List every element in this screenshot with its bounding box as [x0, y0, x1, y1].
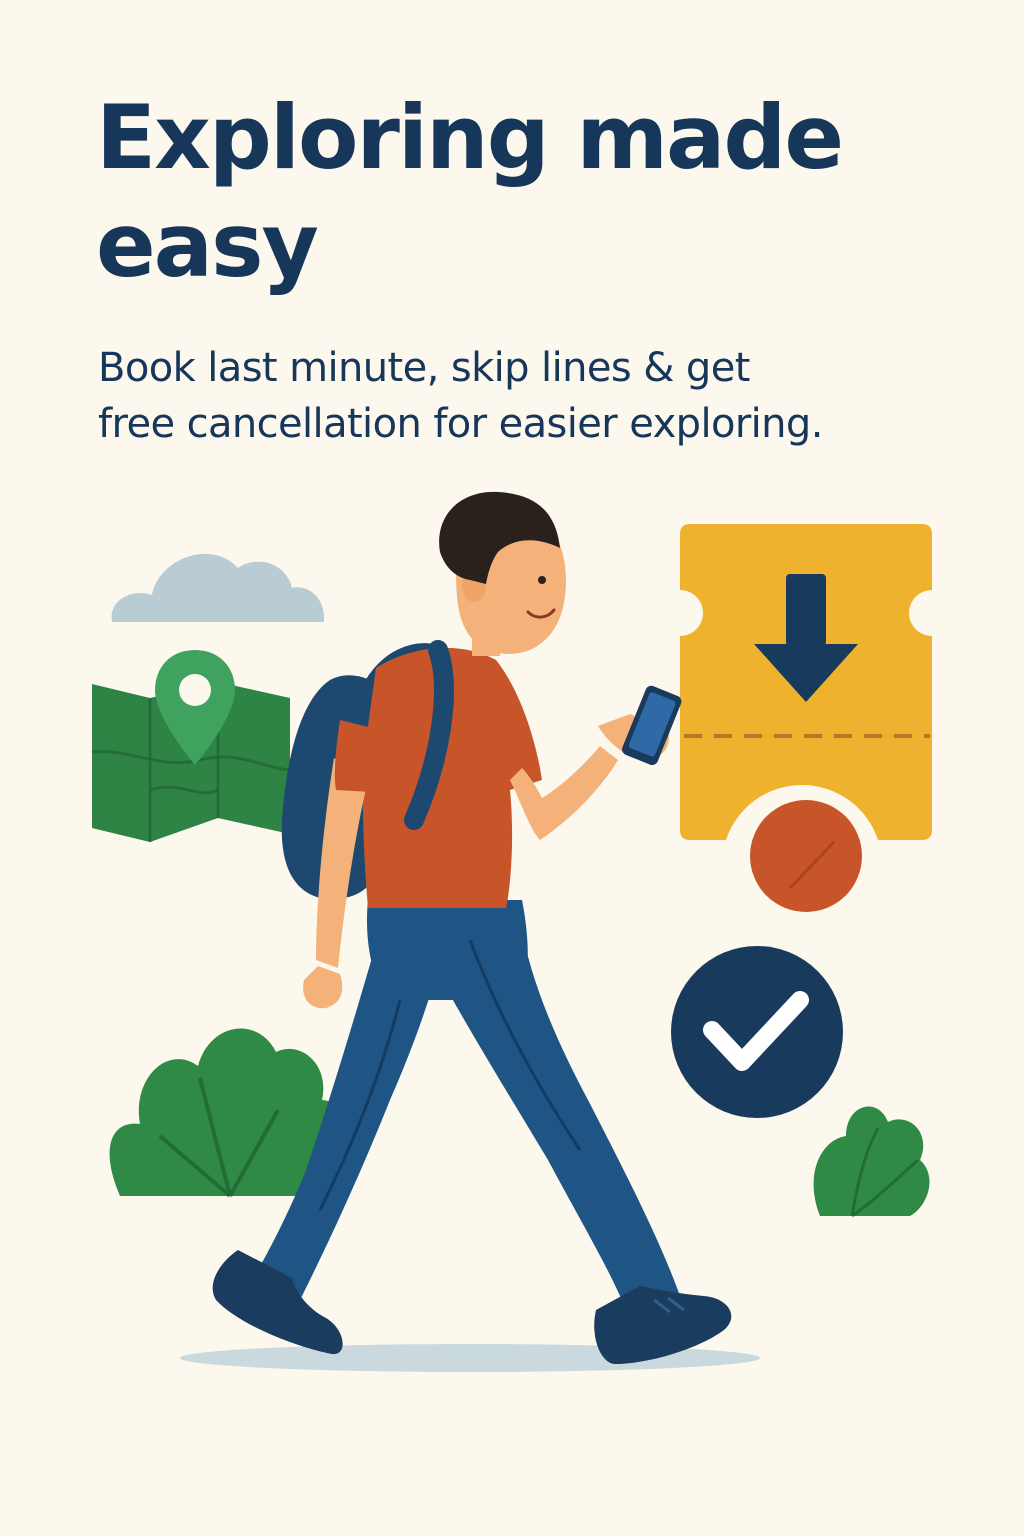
- cloud-icon: [111, 553, 325, 622]
- onboarding-screen: Exploring made easy Book last minute, sk…: [0, 0, 1024, 1536]
- hero-illustration: [91, 491, 932, 1372]
- cancel-badge-icon: [750, 800, 862, 912]
- bush-right-icon: [813, 1106, 930, 1218]
- checkmark-icon: [671, 946, 843, 1118]
- traveler-figure: [212, 491, 732, 1364]
